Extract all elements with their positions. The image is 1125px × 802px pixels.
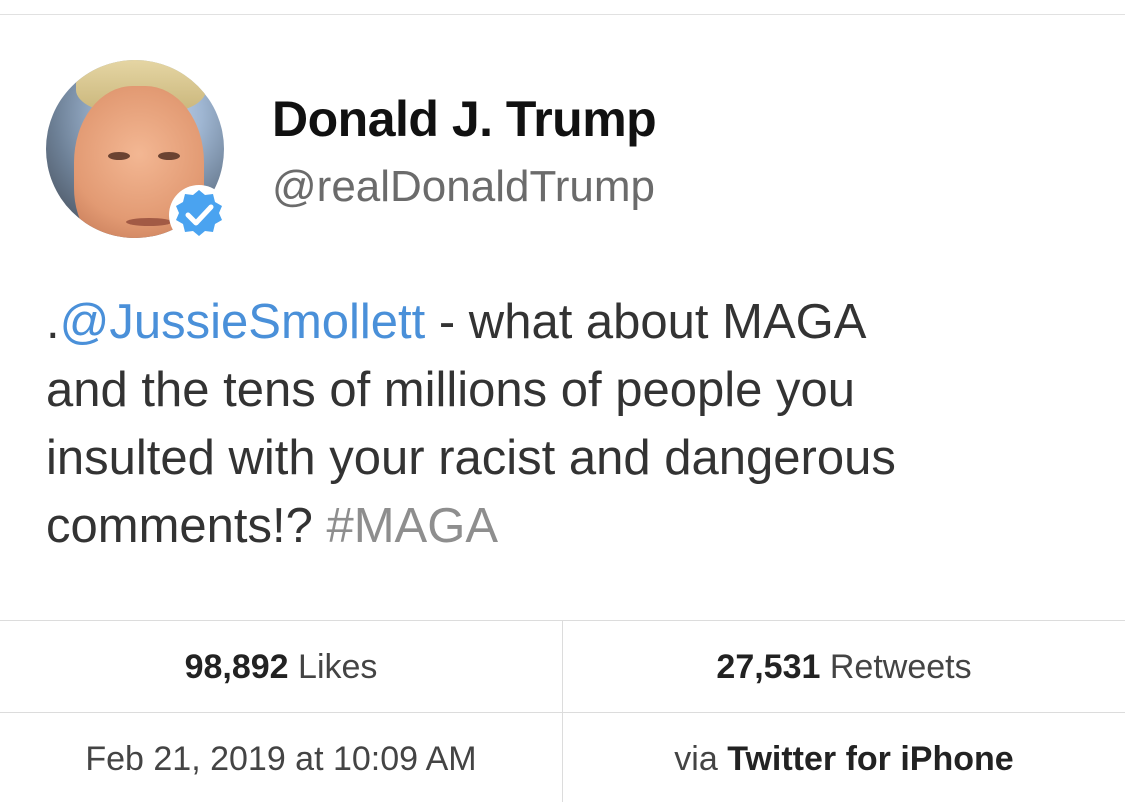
tweet-line: insulted with your racist and dangerous — [46, 431, 896, 485]
hashtag-link[interactable]: #MAGA — [326, 499, 498, 553]
tweet-line-text: comments!? — [46, 499, 327, 553]
mention-link[interactable]: @JussieSmollett — [60, 295, 426, 349]
retweets-stat[interactable]: 27,531 Retweets — [563, 648, 1125, 687]
verified-badge-icon — [169, 185, 229, 245]
tweet-text: .@JussieSmollett - what about MAGA and t… — [46, 288, 1086, 560]
avatar-mouth — [126, 218, 172, 226]
timestamp: Feb 21, 2019 at 10:09 AM — [85, 740, 477, 778]
source-info: via Twitter for iPhone — [563, 740, 1125, 779]
tweet-line: comments!? #MAGA — [46, 492, 1086, 560]
tweet-line: and the tens of millions of people you — [46, 363, 856, 417]
tweet-prefix: . — [46, 295, 60, 349]
likes-stat[interactable]: 98,892 Likes — [0, 648, 562, 687]
author-handle[interactable]: @realDonaldTrump — [272, 162, 655, 212]
author-name[interactable]: Donald J. Trump — [272, 90, 657, 148]
avatar-eye-left — [108, 152, 130, 160]
retweets-label: Retweets — [829, 648, 972, 686]
tweet-line-text: - what about MAGA — [425, 295, 867, 349]
likes-label: Likes — [298, 648, 378, 686]
source-app[interactable]: Twitter for iPhone — [727, 740, 1013, 778]
avatar-eye-right — [158, 152, 180, 160]
retweets-count: 27,531 — [716, 648, 821, 686]
likes-count: 98,892 — [184, 648, 289, 686]
top-divider — [0, 14, 1125, 15]
via-label: via — [674, 740, 718, 778]
tweet-line: .@JussieSmollett - what about MAGA — [46, 288, 1086, 356]
